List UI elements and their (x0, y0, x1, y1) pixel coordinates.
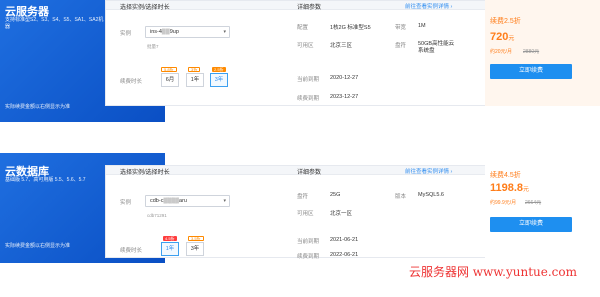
price-value: 720元 (490, 31, 514, 43)
instance-label: 实例 (120, 200, 132, 206)
duration-option-6m[interactable]: 6月 (161, 73, 179, 87)
renew-card-cdb: 云数据库 基础版 5.7、高可用版 5.5、5.6、5.7 实际续费金额以右侧显… (0, 153, 600, 263)
spec-value: 北京一区 (330, 211, 353, 217)
spec-value: 2023-12-27 (330, 94, 359, 100)
instance-value: ins-4▒▒9up (150, 29, 179, 35)
price-unit: 元 (523, 187, 530, 193)
discount-badge: 5.8折 (161, 67, 177, 72)
product-desc: 支持标准型S2、S3、S4、S5、SA1、SA2机器 (5, 17, 104, 30)
duration-option-1y[interactable]: 1年 (161, 242, 179, 256)
price-number: 1198.8 (490, 182, 524, 194)
renew-button[interactable]: 立即续费 (490, 64, 572, 79)
price-discount: 续费4.5折 (490, 172, 521, 179)
chevron-down-icon: ▾ (223, 198, 226, 204)
instance-label: 实例 (120, 31, 132, 37)
spec-key: 续费到期 (297, 96, 320, 102)
price-number: 720 (490, 31, 509, 43)
price-unit: 元 (508, 36, 515, 42)
spec-key: 带宽 (395, 25, 407, 31)
mid-header: 详细参数 (297, 5, 322, 11)
price-value: 1198.8元 (490, 182, 529, 194)
spec-value: 1核2G 标准型S5 (330, 25, 371, 31)
left-header: 选择实例/选择时长 (120, 5, 170, 11)
renew-button[interactable]: 立即续费 (490, 217, 572, 232)
spec-key: 可用区 (297, 43, 314, 49)
spec-key: 可用区 (297, 211, 314, 217)
duration-label: 续费时长 (120, 79, 143, 85)
price-original: 2664元 (525, 200, 542, 206)
product-note: 实际续费金额以右侧显示为准 (5, 243, 71, 249)
instance-detail-link[interactable]: 前往查看实例详情 › (405, 2, 452, 10)
price-original: 2880元 (523, 49, 540, 55)
product-desc: 基础版 5.7、高可用版 5.5、5.6、5.7 (5, 177, 86, 183)
spec-key: 当前到期 (297, 77, 320, 83)
price-discount: 续费2.5折 (490, 18, 521, 25)
instance-value: cdb-c▒▒▒▒aru (150, 198, 187, 204)
spec-value: 1M (418, 23, 426, 29)
instance-select[interactable]: ins-4▒▒9up ▾ (145, 26, 230, 38)
spec-key: 当前到期 (297, 239, 320, 245)
spec-key: 版本 (395, 194, 407, 200)
mid-header: 详细参数 (297, 170, 322, 176)
spec-value: 2022-06-21 (330, 252, 359, 258)
instance-sub: cdb71291 (147, 213, 167, 218)
spec-value: 2021-06-21 (330, 237, 359, 243)
left-header: 选择实例/选择时长 (120, 170, 170, 176)
spec-value: MySQL5.6 (418, 192, 444, 198)
spec-value: 25G (330, 192, 341, 198)
price-monthly: 约99.9元/月 (490, 200, 517, 206)
instance-detail-link[interactable]: 前往查看实例详情 › (405, 167, 452, 175)
chevron-down-icon: ▾ (223, 29, 226, 35)
duration-label: 续费时长 (120, 248, 143, 254)
duration-option-3y[interactable]: 3年 (210, 73, 228, 87)
spec-key: 盘符 (395, 43, 407, 49)
product-note: 实际续费金额以右侧显示为准 (5, 104, 71, 110)
price-box: 续费4.5折 1198.8元 约99.9元/月 2664元 立即续费 (485, 165, 600, 258)
spec-value: 50GB高性能云系统盘 (418, 41, 455, 54)
instance-sub: 批量7 (147, 44, 159, 49)
discount-badge: 2.5折 (212, 67, 226, 72)
price-monthly: 约20元/月 (490, 49, 512, 55)
spec-value: 北京三区 (330, 43, 353, 49)
renew-card-cvm: 云服务器 支持标准型S2、S3、S4、S5、SA1、SA2机器 实际续费金额以右… (0, 0, 600, 122)
instance-select[interactable]: cdb-c▒▒▒▒aru ▾ (145, 195, 230, 207)
duration-option-3y[interactable]: 3年 (186, 242, 204, 256)
discount-badge: 3.5折 (188, 236, 204, 241)
site-watermark: 云服务器网 www.yuntue.com (408, 265, 577, 279)
spec-key: 配置 (297, 25, 309, 31)
spec-key: 续费到期 (297, 254, 320, 260)
spec-value: 2020-12-27 (330, 75, 359, 81)
spec-key: 盘符 (297, 194, 309, 200)
discount-badge: 3折 (188, 67, 201, 72)
discount-badge: 4.5折 (163, 236, 177, 241)
price-box: 续费2.5折 720元 约20元/月 2880元 立即续费 (485, 0, 600, 106)
duration-option-1y[interactable]: 1年 (186, 73, 204, 87)
